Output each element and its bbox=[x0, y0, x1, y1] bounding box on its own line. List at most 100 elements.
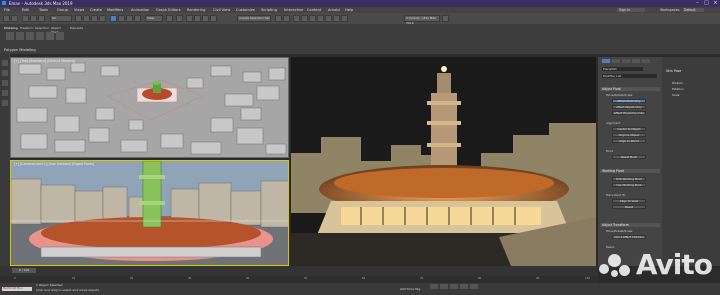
use-working-pivot-button[interactable]: Use Working Pivot bbox=[612, 183, 646, 187]
polygon-mode-icon[interactable] bbox=[56, 32, 64, 40]
close-icon[interactable]: × bbox=[711, 0, 720, 7]
affect-pivot-only-button[interactable]: Affect Pivot Only bbox=[612, 99, 646, 103]
hierarchy-tab-icon[interactable] bbox=[622, 59, 630, 63]
undo-icon[interactable] bbox=[3, 15, 10, 22]
viewport-label[interactable]: [+] [Top] [Standard] [Default Shading] bbox=[14, 59, 75, 63]
viewport-camera[interactable]: [+] [CameraCam01] [User Defined] [Edged … bbox=[10, 160, 289, 266]
ribbon-panel-label[interactable]: Polygon Modeling bbox=[4, 48, 36, 52]
center-to-object-button[interactable]: Center to Object bbox=[612, 127, 646, 131]
bind-space-warp-icon[interactable] bbox=[38, 15, 45, 22]
mirror-icon[interactable] bbox=[275, 15, 282, 22]
polygon-modeling-icon[interactable] bbox=[6, 32, 14, 40]
reference-coordinate-dropdown[interactable]: View bbox=[145, 15, 163, 22]
spinner-snap-icon[interactable] bbox=[210, 15, 217, 22]
folder-icon[interactable] bbox=[442, 15, 449, 22]
time-slider-handle[interactable]: 0 / 100 bbox=[12, 268, 36, 273]
named-selection-sets[interactable]: Create Selection Set bbox=[237, 15, 271, 22]
workspaces-dropdown[interactable]: Default bbox=[683, 8, 704, 12]
angle-snap-icon[interactable] bbox=[194, 15, 201, 22]
time-slider[interactable]: 0 / 100 bbox=[0, 266, 598, 276]
section-adjust-pivot[interactable]: Adjust Pivot bbox=[600, 87, 660, 91]
add-time-tag[interactable]: Add Time Tag bbox=[400, 287, 420, 291]
reset-button[interactable]: Reset bbox=[612, 205, 646, 209]
snaps-toggle-icon[interactable] bbox=[186, 15, 193, 22]
skin-pose-header[interactable]: Skin Pose bbox=[666, 69, 681, 73]
select-object-icon[interactable] bbox=[75, 15, 82, 22]
render-setup-icon[interactable] bbox=[325, 15, 332, 22]
select-manipulate-icon[interactable] bbox=[176, 15, 183, 22]
tab-modeling[interactable]: Modeling bbox=[4, 26, 18, 30]
edit-working-pivot-button[interactable]: Edit Working Pivot bbox=[612, 177, 646, 181]
reset-pivot-button[interactable]: Reset Pivot bbox=[612, 155, 646, 159]
selection-filter-dropdown[interactable]: All bbox=[50, 15, 72, 22]
unlink-icon[interactable] bbox=[30, 15, 37, 22]
rendered-frame-window[interactable] bbox=[291, 57, 596, 266]
section-adjust-transform[interactable]: Adjust Transform bbox=[600, 223, 660, 227]
next-frame-icon[interactable] bbox=[460, 284, 468, 289]
material-editor-icon[interactable] bbox=[317, 15, 324, 22]
skin-pose-panel: Skin Pose Position Rotation Scale bbox=[662, 57, 720, 266]
tab-selection[interactable]: Selection bbox=[35, 26, 49, 30]
select-by-name-icon[interactable] bbox=[83, 15, 90, 22]
edit-poly-icon[interactable] bbox=[16, 32, 24, 40]
maximize-icon[interactable]: □ bbox=[702, 0, 711, 7]
rendered-frame-window-icon[interactable] bbox=[333, 15, 340, 22]
edge-mode-icon[interactable] bbox=[36, 32, 44, 40]
sign-in-dropdown[interactable]: Sign In bbox=[617, 8, 645, 12]
align-icon[interactable] bbox=[283, 15, 290, 22]
play-icon[interactable] bbox=[450, 284, 458, 289]
section-working-pivot[interactable]: Working Pivot bbox=[600, 169, 660, 173]
viewport-label[interactable]: [+] [CameraCam01] [User Defined] [Edged … bbox=[14, 162, 94, 166]
move-icon[interactable] bbox=[110, 15, 117, 22]
affect-hierarchy-only-button[interactable]: Affect Hierarchy Only bbox=[612, 111, 646, 115]
vertex-mode-icon[interactable] bbox=[26, 32, 34, 40]
align-to-view-button[interactable]: Align To View bbox=[612, 199, 646, 203]
rectangular-selection-icon[interactable] bbox=[91, 15, 98, 22]
skin-pose-scale[interactable]: Scale bbox=[672, 93, 680, 97]
curve-editor-icon[interactable] bbox=[301, 15, 308, 22]
maxscript-listener[interactable]: MAXScript Mini bbox=[2, 287, 32, 291]
scale-icon[interactable] bbox=[126, 15, 133, 22]
affect-object-only-button[interactable]: Affect Object Only bbox=[612, 105, 646, 109]
modify-tab-icon[interactable] bbox=[612, 59, 620, 63]
layout-tab-icon[interactable] bbox=[2, 80, 8, 86]
render-production-icon[interactable] bbox=[341, 15, 348, 22]
ribbon: Modeling Freeform Selection Object Paint… bbox=[0, 24, 720, 54]
viewport-top[interactable]: [+] [Top] [Standard] [Default Shading] bbox=[10, 57, 289, 158]
skin-pose-position[interactable]: Position bbox=[672, 81, 683, 85]
place-icon[interactable] bbox=[134, 15, 141, 22]
tab-populate[interactable]: Populate bbox=[70, 26, 83, 30]
tick-label: 90 bbox=[536, 277, 540, 280]
pivot-center-icon[interactable] bbox=[166, 15, 173, 22]
redo-icon[interactable] bbox=[11, 15, 18, 22]
modifier-list-dropdown[interactable]: Modifier List bbox=[602, 74, 657, 78]
display-tab-icon[interactable] bbox=[642, 59, 650, 63]
window-crossing-icon[interactable] bbox=[99, 15, 106, 22]
previous-frame-icon[interactable] bbox=[440, 284, 448, 289]
create-tab-icon[interactable] bbox=[602, 59, 610, 63]
layer-explorer-icon[interactable] bbox=[293, 15, 300, 22]
border-mode-icon[interactable] bbox=[46, 32, 54, 40]
tick-label: 100 bbox=[585, 277, 590, 280]
go-to-end-icon[interactable] bbox=[470, 284, 478, 289]
go-to-start-icon[interactable] bbox=[430, 284, 438, 289]
project-path-field[interactable]: C:\Users\...\3ds Max 2019 bbox=[404, 15, 440, 25]
track-bar[interactable]: 0 10 20 30 40 50 60 70 80 90 100 bbox=[0, 276, 598, 283]
layout-tab-icon[interactable] bbox=[2, 70, 8, 76]
layout-tab-icon[interactable] bbox=[2, 100, 8, 106]
tab-freeform[interactable]: Freeform bbox=[20, 26, 33, 30]
avito-text: Avito bbox=[635, 248, 713, 281]
minimize-icon[interactable]: – bbox=[693, 0, 702, 7]
object-name-field[interactable]: Plane001 bbox=[602, 67, 643, 71]
percent-snap-icon[interactable] bbox=[202, 15, 209, 22]
link-icon[interactable] bbox=[22, 15, 29, 22]
skin-pose-rotation[interactable]: Rotation bbox=[672, 87, 684, 91]
align-to-world-button[interactable]: Align to World bbox=[612, 139, 646, 143]
rotate-icon[interactable] bbox=[118, 15, 125, 22]
dont-affect-children-button[interactable]: Don't Affect Children bbox=[612, 235, 646, 239]
layout-tab-icon[interactable] bbox=[2, 60, 8, 66]
layout-tab-icon[interactable] bbox=[2, 90, 8, 96]
schematic-view-icon[interactable] bbox=[309, 15, 316, 22]
motion-tab-icon[interactable] bbox=[632, 59, 640, 63]
align-to-object-button[interactable]: Align to Object bbox=[612, 133, 646, 137]
